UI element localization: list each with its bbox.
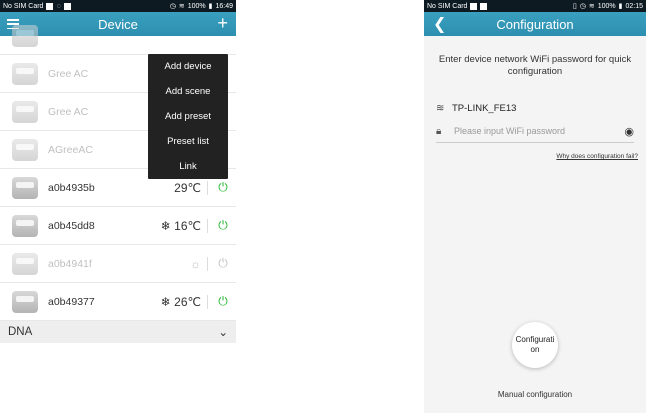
wifi-icon: ≋: [178, 3, 185, 10]
power-icon[interactable]: ⏻: [216, 294, 230, 309]
device-temperature: ❄ 26℃: [160, 294, 201, 309]
why-config-fail-link[interactable]: Why does configuration fail?: [424, 153, 638, 160]
alarm-icon: ◷: [169, 3, 176, 10]
menu-item-link[interactable]: Link: [148, 154, 228, 179]
back-icon[interactable]: ❮: [433, 14, 446, 34]
battery-icon: ▮: [618, 3, 623, 10]
device-row[interactable]: a0b49377 ❄ 26℃ ⏻: [0, 283, 236, 321]
device-name: a0b45dd8: [48, 219, 95, 232]
clock-label: 02:15: [625, 2, 643, 10]
device-temperature: ❄ 16℃: [160, 218, 201, 233]
page-title: Configuration: [496, 16, 574, 32]
device-row[interactable]: a0b4941f ☼ ⏻: [0, 245, 236, 283]
status-bar: No SIM Card ◌ ◷ ≋ 100% ▮ 16:49: [0, 0, 236, 12]
carrier-label: No SIM Card: [3, 2, 44, 10]
password-row: 🔒︎ ◉: [436, 120, 634, 143]
notification-icon: [63, 2, 71, 10]
alarm-icon: ◷: [579, 3, 586, 10]
battery-icon: ▮: [208, 3, 213, 10]
power-icon[interactable]: ⏻: [216, 256, 230, 271]
device-thumbnail: [12, 290, 38, 313]
app-header: ❮ Configuration: [424, 12, 646, 36]
clock-label: 16:49: [215, 2, 233, 10]
device-thumbnail: [12, 214, 38, 237]
device-row[interactable]: [0, 17, 236, 55]
configuration-button[interactable]: Configuration: [512, 322, 558, 368]
configuration-screen: No SIM Card ▯ ◷ ≋ 100% ▮ 02:15 ❮ Configu…: [424, 0, 646, 413]
group-header[interactable]: DNA ⌄: [0, 321, 236, 343]
menu-item-add-preset[interactable]: Add preset: [148, 104, 228, 129]
menu-item-preset-list[interactable]: Preset list: [148, 129, 228, 154]
device-thumbnail: [12, 62, 38, 85]
menu-item-add-device[interactable]: Add device: [148, 54, 228, 79]
battery-label: 100%: [597, 2, 616, 10]
device-mode-icon: ☼: [190, 256, 201, 271]
notification-icon: [480, 2, 488, 10]
device-thumbnail: [12, 24, 38, 47]
menu-item-add-scene[interactable]: Add scene: [148, 79, 228, 104]
device-row[interactable]: a0b45dd8 ❄ 16℃ ⏻: [0, 207, 236, 245]
group-label: DNA: [8, 326, 33, 338]
device-temperature: 29℃: [174, 180, 201, 195]
power-icon[interactable]: ⏻: [216, 218, 230, 233]
battery-label: 100%: [187, 2, 206, 10]
eye-icon[interactable]: ◉: [624, 125, 634, 138]
notification-icon: [46, 2, 54, 10]
notification-icon: [470, 2, 478, 10]
sync-icon: ◌: [56, 2, 61, 10]
config-hint: Enter device network WiFi password for q…: [438, 54, 632, 77]
add-dropdown-menu: Add device Add scene Add preset Preset l…: [148, 54, 228, 179]
device-name: a0b4941f: [48, 257, 92, 270]
wifi-ssid-row: ≋ TP-LINK_FE13: [436, 98, 634, 118]
device-thumbnail: [12, 100, 38, 123]
wifi-password-input[interactable]: [452, 125, 625, 137]
power-icon[interactable]: ⏻: [216, 180, 230, 195]
device-thumbnail: [12, 138, 38, 161]
lock-icon: 🔒︎: [436, 125, 442, 137]
wifi-icon: ≋: [588, 3, 595, 10]
device-name: a0b49377: [48, 295, 95, 308]
manual-configuration-link[interactable]: Manual configuration: [424, 390, 646, 399]
device-thumbnail: [12, 252, 38, 275]
device-screen: No SIM Card ◌ ◷ ≋ 100% ▮ 16:49 Device + …: [0, 0, 236, 413]
status-bar: No SIM Card ▯ ◷ ≋ 100% ▮ 02:15: [424, 0, 646, 12]
device-name: a0b4935b: [48, 181, 95, 194]
vibrate-icon: ▯: [572, 3, 577, 10]
carrier-label: No SIM Card: [427, 2, 468, 10]
wifi-ssid: TP-LINK_FE13: [452, 102, 517, 114]
chevron-down-icon[interactable]: ⌄: [218, 325, 228, 339]
device-thumbnail: [12, 176, 38, 199]
wifi-icon: ≋: [436, 102, 445, 114]
